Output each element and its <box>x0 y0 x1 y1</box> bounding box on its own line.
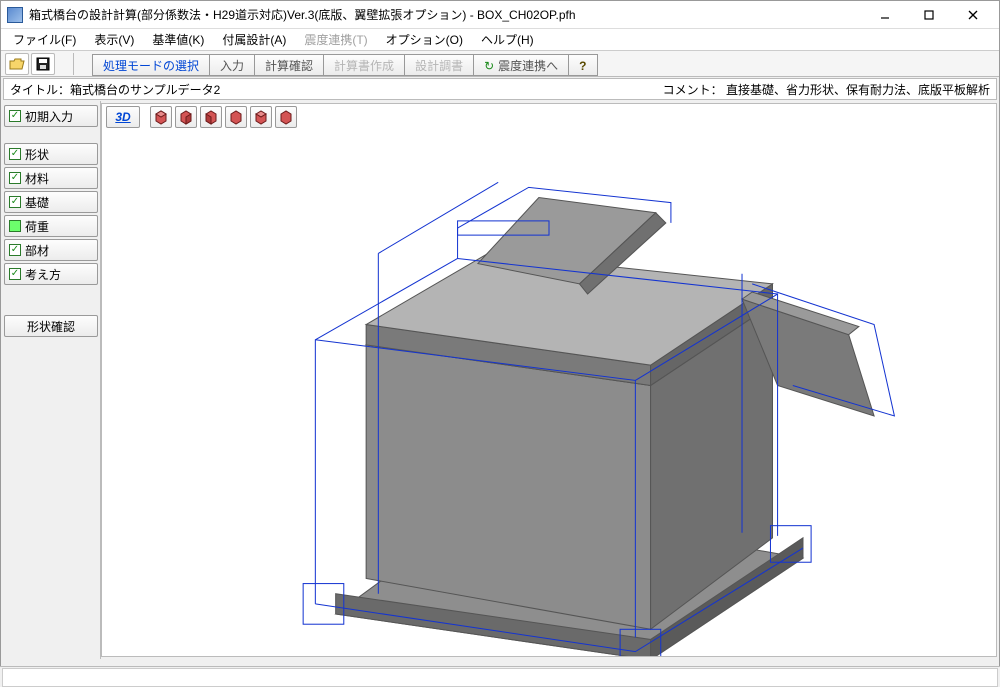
view-cube-left[interactable] <box>200 106 222 128</box>
open-icon <box>9 57 25 71</box>
menubar: ファイル(F) 表示(V) 基準値(K) 付属設計(A) 震度連携(T) オプシ… <box>1 29 999 51</box>
sidebar-item-foundation[interactable]: 基礎 <box>4 191 98 213</box>
menu-option[interactable]: オプション(O) <box>378 29 471 50</box>
main-toolbar: 処理モードの選択 入力 計算確認 計算書作成 設計調書 ↻ 震度連携へ ? <box>1 51 999 77</box>
sidebar-item-label: 形状確認 <box>27 318 75 335</box>
tab-design-adjust: 設計調書 <box>404 54 474 76</box>
cube-icon <box>253 109 269 125</box>
cube-icon <box>178 109 194 125</box>
sidebar-item-label: 形状 <box>25 146 49 163</box>
3d-viewport[interactable] <box>102 130 996 657</box>
open-button[interactable] <box>5 53 29 75</box>
sidebar-item-load[interactable]: 荷重 <box>4 215 98 237</box>
sidebar-item-concept[interactable]: 考え方 <box>4 263 98 285</box>
comment-label: コメント： <box>663 83 723 97</box>
menu-auxiliary[interactable]: 付属設計(A) <box>214 29 294 50</box>
view-cube-right[interactable] <box>225 106 247 128</box>
sidebar: 初期入力 形状 材料 基礎 荷重 部材 考え方 形状確認 <box>1 101 101 659</box>
tab-calc-report: 計算書作成 <box>323 54 405 76</box>
check-icon <box>9 172 21 184</box>
view-cube-bottom[interactable] <box>275 106 297 128</box>
check-icon <box>9 220 21 232</box>
info-bar: タイトル： 箱式橋台のサンプルデータ2 コメント： 直接基礎、省力形状、保有耐力… <box>3 78 997 100</box>
close-button[interactable] <box>951 2 995 28</box>
view-cube-front[interactable] <box>150 106 172 128</box>
cube-icon <box>228 109 244 125</box>
check-icon <box>9 196 21 208</box>
menu-view[interactable]: 表示(V) <box>86 29 142 50</box>
menu-standard[interactable]: 基準値(K) <box>144 29 212 50</box>
app-icon <box>7 7 23 23</box>
sidebar-item-initial[interactable]: 初期入力 <box>4 105 98 127</box>
save-button[interactable] <box>31 53 55 75</box>
sidebar-item-shape[interactable]: 形状 <box>4 143 98 165</box>
sidebar-item-label: 材料 <box>25 170 49 187</box>
cube-icon <box>203 109 219 125</box>
comment-value: 直接基礎、省力形状、保有耐力法、底版平板解析 <box>726 83 990 97</box>
menu-file[interactable]: ファイル(F) <box>5 29 84 50</box>
save-icon <box>36 57 50 71</box>
tab-help[interactable]: ? <box>568 54 597 76</box>
check-icon <box>9 148 21 160</box>
menu-seismic: 震度連携(T) <box>296 29 375 50</box>
tab-mode-select[interactable]: 処理モードの選択 <box>92 54 210 76</box>
view-toolbar: 3D <box>102 104 996 130</box>
sidebar-item-label: 基礎 <box>25 194 49 211</box>
statusbar <box>0 666 1000 686</box>
view-3d-label: 3D <box>115 110 130 124</box>
sidebar-item-member[interactable]: 部材 <box>4 239 98 261</box>
titlebar: 箱式橋台の設計計算(部分係数法・H29道示対応)Ver.3(底版、翼壁拡張オプシ… <box>1 1 999 29</box>
check-icon <box>9 268 21 280</box>
sidebar-item-label: 考え方 <box>25 266 61 283</box>
tab-seismic-link[interactable]: ↻ 震度連携へ <box>473 54 569 76</box>
sidebar-item-material[interactable]: 材料 <box>4 167 98 189</box>
statusbar-cell <box>2 668 998 687</box>
tab-calc-check[interactable]: 計算確認 <box>254 54 324 76</box>
title-label: タイトル： <box>10 81 70 98</box>
content-row: 初期入力 形状 材料 基礎 荷重 部材 考え方 形状確認 <box>1 101 999 659</box>
sidebar-shape-confirm[interactable]: 形状確認 <box>4 315 98 337</box>
check-icon <box>9 110 21 122</box>
title-value: 箱式橋台のサンプルデータ2 <box>70 81 220 98</box>
main-area: 3D <box>101 103 997 657</box>
sidebar-item-label: 初期入力 <box>25 108 73 125</box>
view-cube-top[interactable] <box>250 106 272 128</box>
help-icon: ? <box>579 59 586 73</box>
sidebar-item-label: 部材 <box>25 242 49 259</box>
mode-tab-bar: 処理モードの選択 入力 計算確認 計算書作成 設計調書 ↻ 震度連携へ ? <box>92 52 597 76</box>
3d-model-svg <box>102 130 996 657</box>
cube-icon <box>278 109 294 125</box>
view-3d-button[interactable]: 3D <box>106 106 140 128</box>
sidebar-item-label: 荷重 <box>25 218 49 235</box>
view-cube-back[interactable] <box>175 106 197 128</box>
tab-seismic-link-label: 震度連携へ <box>498 57 558 74</box>
refresh-icon: ↻ <box>484 59 494 73</box>
menu-help[interactable]: ヘルプ(H) <box>473 29 542 50</box>
minimize-button[interactable] <box>863 2 907 28</box>
tab-input[interactable]: 入力 <box>209 54 255 76</box>
maximize-button[interactable] <box>907 2 951 28</box>
cube-icon <box>153 109 169 125</box>
window-title: 箱式橋台の設計計算(部分係数法・H29道示対応)Ver.3(底版、翼壁拡張オプシ… <box>29 6 863 23</box>
check-icon <box>9 244 21 256</box>
